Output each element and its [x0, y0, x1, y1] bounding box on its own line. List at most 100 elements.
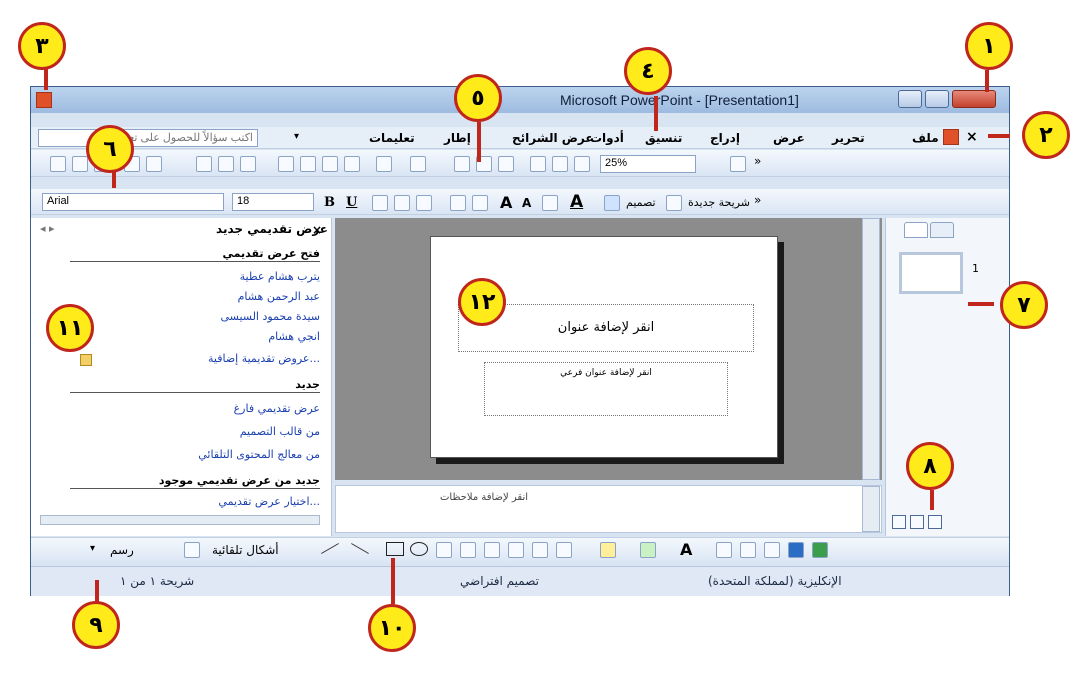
redo-icon[interactable]	[410, 156, 426, 172]
close-button[interactable]	[952, 90, 996, 108]
insert-chart-icon[interactable]	[454, 156, 470, 172]
title-bar[interactable]	[31, 87, 1009, 113]
diagram-icon[interactable]	[508, 542, 524, 558]
menu-help[interactable]: تعليمات	[369, 131, 415, 145]
slideshow-view-button[interactable]	[928, 515, 942, 529]
recent-file-4[interactable]: انجي هشام	[70, 330, 320, 343]
more-presentations-link[interactable]: عروض تقديمية إضافية...	[70, 352, 320, 365]
choose-presentation-link[interactable]: اختيار عرض تقديمي...	[70, 495, 320, 508]
tables-borders-icon[interactable]	[498, 156, 514, 172]
decrease-font-icon[interactable]: A	[522, 196, 531, 210]
design-button[interactable]: تصميم	[626, 196, 656, 209]
select-objects-icon[interactable]	[184, 542, 200, 558]
menu-insert[interactable]: إدراج	[710, 131, 740, 145]
wordart-icon[interactable]	[484, 542, 500, 558]
new-icon[interactable]	[50, 156, 66, 172]
zoom-combo[interactable]: 25%	[600, 155, 696, 173]
toolbar-options-icon-2[interactable]: »	[754, 193, 761, 207]
clipart-icon[interactable]	[532, 542, 548, 558]
picture-icon[interactable]	[556, 542, 572, 558]
new-slide-icon[interactable]	[666, 195, 682, 211]
increase-font-icon[interactable]: A	[500, 193, 512, 212]
help-question-box[interactable]: اكتب سؤالاً للحصول على تعليمات	[38, 129, 258, 147]
bullets-icon[interactable]	[472, 195, 488, 211]
bold-icon[interactable]: B	[324, 195, 335, 210]
blank-presentation-link[interactable]: عرض تقديمي فارغ	[70, 402, 320, 415]
menu-view[interactable]: عرض	[773, 131, 805, 145]
menu-tools[interactable]: أدوات	[590, 131, 624, 145]
shadow-icon[interactable]	[788, 542, 804, 558]
vertical-scrollbar[interactable]	[862, 218, 880, 480]
task-pane-scrollbar[interactable]	[40, 515, 320, 525]
help-icon[interactable]	[730, 156, 746, 172]
maximize-button[interactable]	[925, 90, 949, 108]
email-icon[interactable]	[146, 156, 162, 172]
notes-pane[interactable]	[335, 485, 882, 533]
font-combo[interactable]: Arial	[42, 193, 224, 211]
draw-menu-button[interactable]: رسم	[110, 543, 134, 557]
align-left-icon[interactable]	[372, 195, 388, 211]
3d-icon[interactable]	[812, 542, 828, 558]
font-size-combo[interactable]: 18	[232, 193, 314, 211]
cut-icon[interactable]	[278, 156, 294, 172]
callout-12: ١٢	[458, 278, 506, 326]
copy-icon[interactable]	[300, 156, 316, 172]
menu-format[interactable]: تنسيق	[645, 131, 682, 145]
rectangle-icon[interactable]	[386, 542, 404, 556]
autocontent-wizard-link[interactable]: من معالج المحتوى التلقائي	[70, 448, 320, 461]
dash-style-icon[interactable]	[740, 542, 756, 558]
vertical-textbox-icon[interactable]	[460, 542, 476, 558]
font-color-draw-icon[interactable]: A	[680, 540, 692, 559]
line-style-icon[interactable]	[716, 542, 732, 558]
menu-slideshow[interactable]: عرض الشرائح	[512, 131, 594, 145]
format-painter-icon[interactable]	[344, 156, 360, 172]
help-dropdown-icon[interactable]: ▾	[294, 131, 299, 142]
textbox-icon[interactable]	[436, 542, 452, 558]
underline-icon[interactable]: U	[346, 195, 357, 210]
open-icon[interactable]	[72, 156, 88, 172]
minimize-button[interactable]	[898, 90, 922, 108]
draw-dropdown-icon[interactable]: ▾	[90, 543, 95, 554]
from-design-template-link[interactable]: من قالب التصميم	[70, 425, 320, 438]
spelling-icon[interactable]	[240, 156, 256, 172]
arrow-style-icon[interactable]	[764, 542, 780, 558]
arrow-callout-8	[930, 490, 934, 510]
undo-icon[interactable]	[376, 156, 392, 172]
autoshapes-button[interactable]: أشكال تلقائية	[212, 543, 279, 557]
app-icon[interactable]	[36, 92, 52, 108]
menu-file[interactable]: ملف	[912, 131, 939, 145]
window-title: Microsoft PowerPoint - [Presentation1]	[560, 92, 799, 108]
recent-file-3[interactable]: سيدة محمود السيسى	[70, 310, 320, 323]
close-document-icon[interactable]: ×	[966, 129, 978, 145]
slides-tab[interactable]	[930, 222, 954, 238]
expand-all-icon[interactable]	[530, 156, 546, 172]
new-slide-button[interactable]: شريحة جديدة	[688, 196, 750, 209]
normal-view-button[interactable]	[892, 515, 906, 529]
menu-window[interactable]: إطار	[444, 131, 471, 145]
slide-sorter-view-button[interactable]	[910, 515, 924, 529]
recent-file-2[interactable]: عبد الرحمن هشام	[70, 290, 320, 303]
print-icon[interactable]	[196, 156, 212, 172]
font-color-icon[interactable]: A	[570, 192, 583, 212]
line-color-icon[interactable]	[640, 542, 656, 558]
fill-color-icon[interactable]	[600, 542, 616, 558]
outline-tab[interactable]	[904, 222, 928, 238]
design-icon[interactable]	[604, 195, 620, 211]
paste-icon[interactable]	[322, 156, 338, 172]
taskpane-close-icon[interactable]: ×	[312, 223, 322, 237]
notes-scrollbar[interactable]	[862, 486, 880, 532]
center-icon[interactable]	[394, 195, 410, 211]
show-formatting-icon[interactable]	[552, 156, 568, 172]
toolbar-options-icon[interactable]: »	[754, 154, 761, 168]
print-preview-icon[interactable]	[218, 156, 234, 172]
menu-edit[interactable]: تحرير	[832, 131, 865, 145]
align-right-icon[interactable]	[416, 195, 432, 211]
oval-icon[interactable]	[410, 542, 428, 556]
slide-thumbnail[interactable]	[899, 252, 963, 294]
numbering-icon[interactable]	[450, 195, 466, 211]
recent-file-1[interactable]: يترب هشام عطية	[70, 270, 320, 283]
status-language: الإنكليزية (لمملكة المتحدة)	[708, 574, 842, 588]
grayscale-icon[interactable]	[574, 156, 590, 172]
document-icon[interactable]	[943, 129, 959, 145]
line-spacing-icon[interactable]	[542, 195, 558, 211]
